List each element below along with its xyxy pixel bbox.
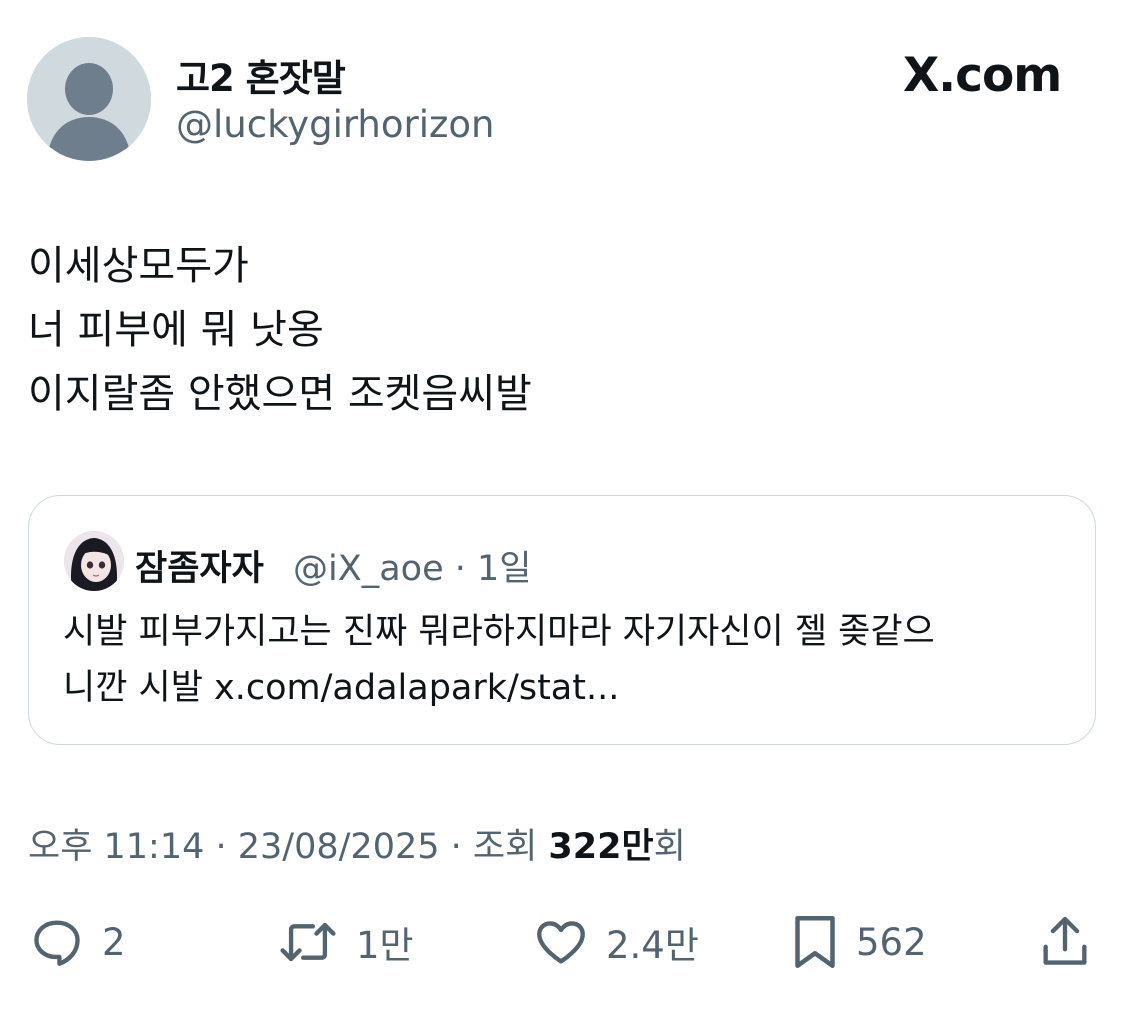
- retweet-icon: [280, 922, 336, 962]
- reply-count: 2: [102, 920, 126, 964]
- quote-author-avatar[interactable]: [64, 531, 124, 591]
- quote-text: 시발 피부가지고는 진짜 뭐라하지마라 자기자신이 젤 좆같으 니깐 시발 x.…: [63, 604, 1063, 716]
- author-handle[interactable]: @luckygirhorizon: [176, 103, 495, 146]
- retweet-button[interactable]: 1만: [276, 912, 414, 972]
- tweet-line: 이세상모두가: [28, 243, 249, 289]
- heart-icon: [537, 921, 585, 964]
- quote-author-meta[interactable]: @iX_aoe · 1일: [293, 540, 531, 591]
- timestamp-date[interactable]: 오후 11:14 · 23/08/2025 · 조회: [28, 827, 548, 867]
- author-avatar[interactable]: [27, 37, 151, 161]
- view-suffix: 회: [653, 827, 686, 867]
- like-count: 2.4만: [606, 924, 699, 967]
- default-avatar-icon: [27, 37, 151, 161]
- quoted-tweet-card[interactable]: 잠좀자자 @iX_aoe · 1일 시발 피부가지고는 진짜 뭐라하지마라 자기…: [28, 495, 1096, 745]
- anime-girl-avatar-icon: [64, 531, 124, 591]
- quote-author-display-name[interactable]: 잠좀자자: [135, 540, 264, 591]
- author-display-name[interactable]: 고2 혼잣말: [176, 48, 346, 102]
- tweet-meta-line: 오후 11:14 · 23/08/2025 · 조회 322만회: [28, 818, 686, 869]
- like-button[interactable]: 2.4만: [532, 912, 699, 972]
- tweet-line: 이지랄좀 안했으면 조켓음씨발: [28, 371, 532, 417]
- tweet-line: 너 피부에 뭐 낫옹: [28, 307, 324, 353]
- share-icon: [1043, 916, 1087, 965]
- tweet-text: 이세상모두가 너 피부에 뭐 낫옹 이지랄좀 안했으면 조켓음씨발: [28, 234, 532, 426]
- bookmark-icon: [795, 916, 835, 968]
- reply-icon: [34, 920, 80, 966]
- x-logo: X.com: [903, 48, 1062, 103]
- quote-line: 시발 피부가지고는 진짜 뭐라하지마라 자기자신이 젤 좆같으: [63, 612, 935, 652]
- bookmark-button[interactable]: 562: [790, 912, 927, 972]
- quote-line: 니깐 시발 x.com/adalapark/stat...: [63, 668, 620, 708]
- bookmark-count: 562: [856, 920, 927, 964]
- reply-button[interactable]: 2: [28, 912, 126, 972]
- share-button[interactable]: [1036, 912, 1094, 972]
- view-count: 322만: [548, 827, 654, 867]
- retweet-count: 1만: [356, 924, 414, 967]
